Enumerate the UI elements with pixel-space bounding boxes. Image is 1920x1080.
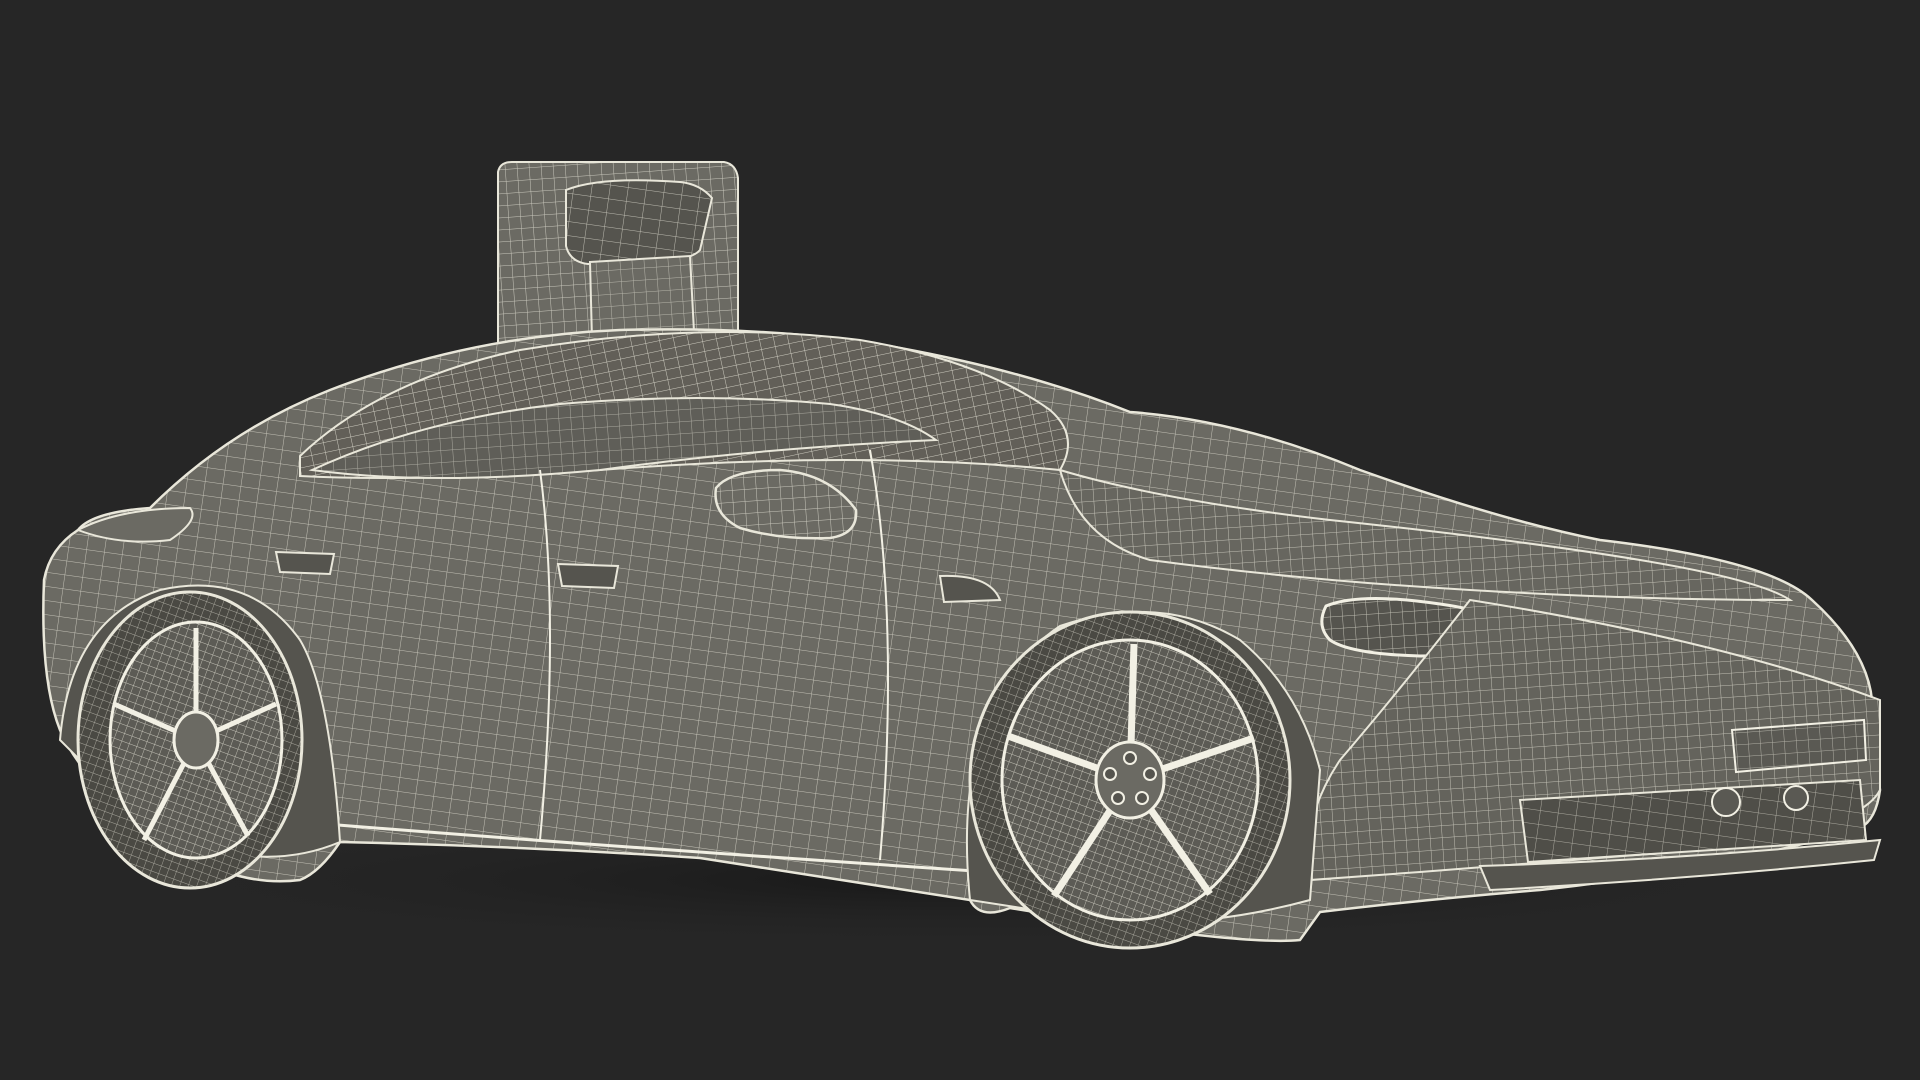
3d-viewport[interactable]	[0, 0, 1920, 1080]
front-wheel	[968, 610, 1292, 950]
front-sensor	[1711, 787, 1741, 817]
charging-station	[497, 161, 739, 358]
car	[42, 328, 1882, 943]
door-handle-rear	[274, 550, 336, 576]
door-handle-front	[556, 562, 620, 590]
rear-wheel	[76, 590, 304, 890]
rear-hub	[172, 710, 220, 770]
front-sensor	[1783, 785, 1809, 811]
wireframe-render	[42, 161, 1882, 950]
